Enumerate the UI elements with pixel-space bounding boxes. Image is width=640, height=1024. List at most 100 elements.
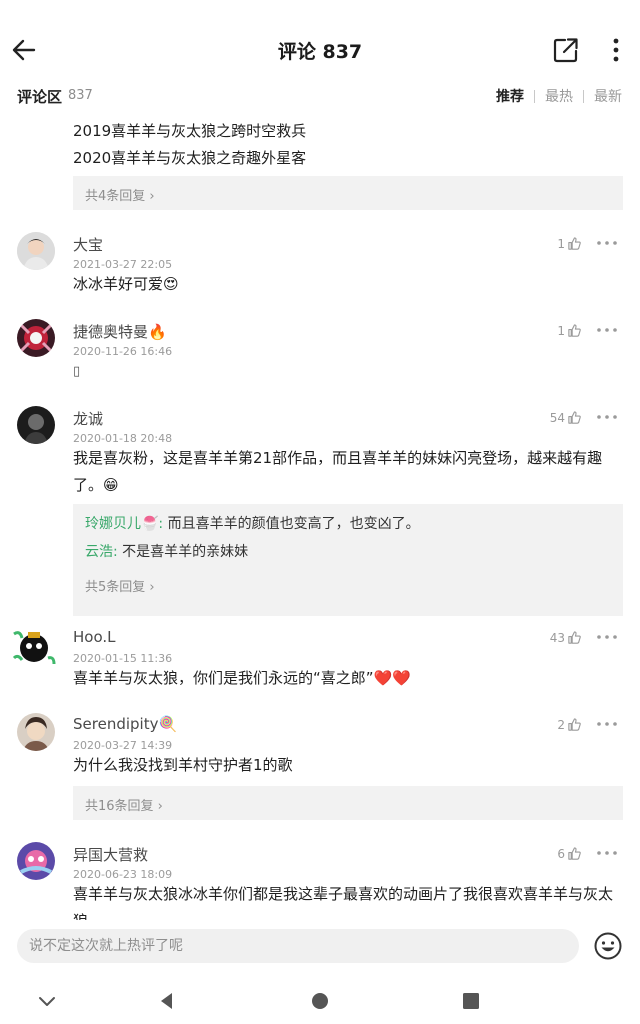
comment-timestamp: 2020-03-27 14:39: [73, 739, 173, 752]
avatar[interactable]: [17, 319, 55, 357]
reply-text: 而且喜羊羊的颜值也变高了，也变凶了。: [163, 516, 420, 532]
comment-timestamp: 2021-03-27 22:05: [73, 258, 173, 271]
like-count: 1: [557, 236, 565, 251]
comment-timestamp: 2020-11-26 16:46: [73, 345, 173, 358]
more-vertical-icon: [613, 38, 619, 62]
comment-item: Hoo.L 2020-01-15 11:36 喜羊羊与灰太狼，你们是我们永远的“…: [0, 624, 640, 694]
reply-box[interactable]: 共4条回复 ›: [73, 176, 623, 210]
like-button[interactable]: 1: [557, 323, 582, 338]
avatar-image: [17, 319, 55, 357]
thumbs-up-icon: [568, 631, 581, 644]
share-icon: [553, 38, 578, 63]
nav-home-button[interactable]: [309, 990, 331, 1012]
reply-box[interactable]: 玲娜贝儿🍧: 而且喜羊羊的颜值也变高了，也变凶了。 云浩: 不是喜羊羊的亲妹妹 …: [73, 504, 623, 616]
comment-more-icon[interactable]: [596, 633, 618, 641]
circle-home-icon: [312, 993, 328, 1009]
avatar[interactable]: [17, 406, 55, 444]
comment-more-icon[interactable]: [596, 326, 618, 334]
comment-username[interactable]: 异国大营救: [73, 844, 148, 865]
comment-more-icon[interactable]: [596, 849, 618, 857]
nav-back-button[interactable]: [156, 990, 178, 1012]
comment-text: 冰冰羊好可爱😍: [73, 275, 179, 293]
comment-username[interactable]: 大宝: [73, 234, 103, 255]
comment-text: 喜羊羊与灰太狼，你们是我们永远的“喜之郎”❤️❤️: [73, 669, 411, 687]
reply-username[interactable]: 云浩:: [85, 544, 118, 560]
square-recents-icon: [463, 993, 479, 1009]
sort-latest-tab[interactable]: 最新: [594, 86, 622, 106]
comment-text: ▯: [73, 364, 81, 379]
thumbs-up-icon: [568, 847, 581, 860]
sort-divider: [534, 89, 535, 103]
avatar-image: [17, 713, 55, 751]
section-title: 评论区: [17, 88, 63, 106]
more-replies-link[interactable]: 共4条回复 ›: [85, 185, 155, 204]
system-nav-bar: [0, 978, 640, 1024]
more-replies-link[interactable]: 共16条回复 ›: [85, 795, 163, 814]
like-button[interactable]: 2: [557, 717, 582, 732]
sort-tabs: 推荐 最热 最新: [496, 86, 622, 106]
reply-item: 云浩: 不是喜羊羊的亲妹妹: [85, 542, 248, 562]
share-button[interactable]: [552, 36, 580, 64]
thumbs-up-icon: [568, 324, 581, 337]
comment-timestamp: 2020-01-18 20:48: [73, 432, 173, 445]
comment-text: 我是喜灰粉，这是喜羊羊第21部作品，而且喜羊羊的妹妹闪亮登场，越来越有趣了。😁: [73, 449, 603, 494]
comment-item: 异国大营救 2020-06-23 18:09 喜羊羊与灰太狼冰冰羊你们都是我这辈…: [0, 840, 640, 920]
triangle-back-icon: [161, 993, 172, 1009]
comment-text-line: 2019喜羊羊与灰太狼之跨时空救兵: [73, 122, 307, 140]
like-count: 54: [549, 410, 565, 425]
nav-recents-button[interactable]: [460, 990, 482, 1012]
thumbs-up-icon: [568, 718, 581, 731]
avatar[interactable]: [12, 624, 56, 668]
section-count: 837: [68, 88, 93, 103]
comment-item: 龙诚 2020-01-18 20:48 我是喜灰粉，这是喜羊羊第21部作品，而且…: [0, 404, 640, 616]
comment-more-icon[interactable]: [596, 720, 618, 728]
avatar[interactable]: [17, 713, 55, 751]
thumbs-up-icon: [568, 237, 581, 250]
more-button[interactable]: [604, 36, 628, 64]
comment-text: 为什么我没找到羊村守护者1的歌: [73, 756, 293, 774]
reply-text: 不是喜羊羊的亲妹妹: [117, 544, 249, 560]
comment-input[interactable]: [17, 929, 579, 963]
page-title: 评论 837: [277, 41, 363, 63]
comment-input-bar[interactable]: [17, 929, 579, 963]
like-button[interactable]: 1: [557, 236, 582, 251]
comment-username[interactable]: Serendipity🍭: [73, 715, 177, 733]
like-count: 2: [557, 717, 565, 732]
comment-timestamp: 2020-06-23 18:09: [73, 868, 173, 881]
thumbs-up-icon: [568, 411, 581, 424]
comment-timestamp: 2020-01-15 11:36: [73, 652, 173, 665]
more-replies-link[interactable]: 共5条回复 ›: [85, 576, 155, 595]
avatar-image: [17, 232, 55, 270]
comment-text-line: 2020喜羊羊与灰太狼之奇趣外星客: [73, 149, 307, 167]
avatar-image: [17, 406, 55, 444]
reply-username[interactable]: 玲娜贝儿🍧:: [85, 516, 163, 532]
sort-hot-tab[interactable]: 最热: [545, 86, 573, 106]
emoji-button[interactable]: [593, 931, 623, 961]
comment-more-icon[interactable]: [596, 413, 618, 421]
comment-item: 捷德奥特曼🔥 2020-11-26 16:46 ▯ 1: [0, 317, 640, 387]
reply-box[interactable]: 共16条回复 ›: [73, 786, 623, 820]
like-count: 1: [557, 323, 565, 338]
smiley-icon: [594, 932, 622, 960]
avatar[interactable]: [17, 842, 55, 880]
avatar-image: [17, 842, 55, 880]
comment-username[interactable]: 龙诚: [73, 408, 103, 429]
reply-item: 玲娜贝儿🍧: 而且喜羊羊的颜值也变高了，也变凶了。: [85, 514, 420, 534]
like-button[interactable]: 6: [557, 846, 582, 861]
like-count: 6: [557, 846, 565, 861]
avatar-image: [12, 624, 56, 668]
sort-divider: [583, 89, 584, 103]
comment-username[interactable]: 捷德奥特曼🔥: [73, 321, 167, 342]
like-button[interactable]: 54: [550, 410, 582, 425]
like-button[interactable]: 43: [550, 630, 582, 645]
comment-item: Serendipity🍭 2020-03-27 14:39 为什么我没找到羊村守…: [0, 711, 640, 823]
avatar[interactable]: [17, 232, 55, 270]
comment-more-icon[interactable]: [596, 239, 618, 247]
comment-section-header: 评论区 837 推荐 最热 最新: [0, 82, 640, 110]
comment-text: 喜羊羊与灰太狼冰冰羊你们都是我这辈子最喜欢的动画片了我很喜欢喜羊羊与灰太狼: [73, 885, 614, 920]
nav-collapse-button[interactable]: [36, 990, 58, 1012]
chevron-down-icon: [39, 997, 55, 1006]
sort-recommend-tab[interactable]: 推荐: [496, 86, 524, 106]
comment-list[interactable]: 2019喜羊羊与灰太狼之跨时空救兵 2020喜羊羊与灰太狼之奇趣外星客 共4条回…: [0, 112, 640, 920]
comment-username[interactable]: Hoo.L: [73, 628, 116, 646]
